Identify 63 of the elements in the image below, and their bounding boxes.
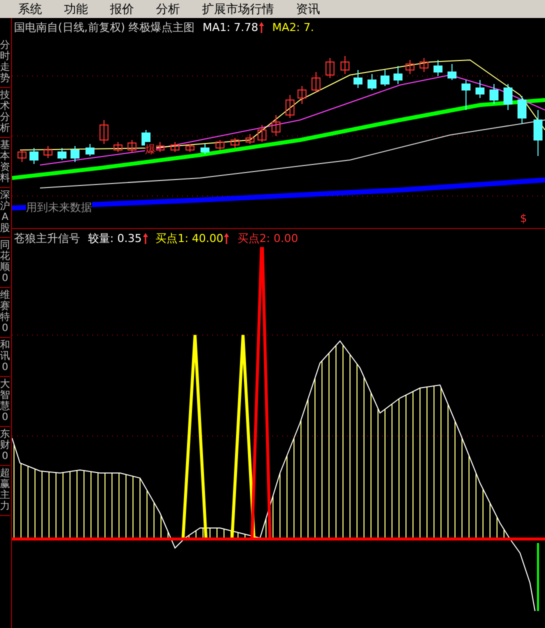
candlestick bbox=[58, 148, 66, 160]
menu-item[interactable]: 资讯 bbox=[296, 0, 320, 18]
candlestick bbox=[156, 142, 164, 152]
candlestick bbox=[380, 70, 390, 86]
candlestick bbox=[230, 138, 240, 148]
sidebar-tab[interactable]: 维赛特0 bbox=[0, 288, 10, 338]
candlestick bbox=[128, 140, 136, 152]
sidebar-tab[interactable]: 东财0 bbox=[0, 427, 10, 466]
candlestick bbox=[286, 94, 294, 118]
menu-item[interactable]: 报价 bbox=[110, 0, 134, 18]
candlestick bbox=[216, 140, 224, 150]
indicator-value: 较量: 0.35 bbox=[88, 230, 142, 246]
sidebar-tab[interactable]: 技术分析 bbox=[0, 88, 10, 138]
candlestick bbox=[420, 58, 428, 72]
candlestick bbox=[18, 150, 26, 162]
candlestick bbox=[504, 84, 512, 110]
candlestick bbox=[326, 58, 334, 78]
menu-item[interactable]: 功能 bbox=[64, 0, 88, 18]
candlestick bbox=[518, 96, 526, 124]
candlestick bbox=[100, 120, 108, 144]
menu-item[interactable]: 分析 bbox=[156, 0, 180, 18]
sidebar-tab[interactable]: 深沪A股 bbox=[0, 188, 10, 238]
sidebar-tab[interactable]: 分时走势 bbox=[0, 38, 10, 88]
candlestick bbox=[186, 144, 194, 152]
menu-item[interactable]: 扩展市场行情 bbox=[202, 0, 274, 18]
candlestick bbox=[246, 134, 254, 144]
candlestick bbox=[368, 74, 376, 90]
candlestick bbox=[476, 80, 484, 98]
candlestick bbox=[298, 86, 306, 104]
candlestick bbox=[434, 60, 442, 76]
chart-title: 国电南自(日线,前复权) 终极爆点主图 bbox=[14, 20, 195, 34]
candlestick bbox=[312, 72, 320, 92]
candlestick bbox=[114, 142, 122, 152]
candlestick bbox=[462, 80, 470, 110]
indicator-value: MA2: 7. bbox=[272, 20, 314, 34]
indicator-value: 买点1: 40.00 bbox=[156, 230, 224, 246]
indicator-value: 买点2: 0.00 bbox=[237, 230, 298, 246]
candlestick bbox=[340, 56, 350, 74]
candlestick bbox=[534, 110, 542, 156]
sidebar-tab[interactable]: 同花顺0 bbox=[0, 238, 10, 288]
candlestick bbox=[200, 144, 210, 154]
candlestick bbox=[490, 84, 498, 104]
candlestick bbox=[86, 144, 94, 156]
menu-item[interactable]: 系统 bbox=[18, 0, 42, 18]
indicator-title: 苍狼主升信号 bbox=[14, 230, 80, 246]
candlestick bbox=[170, 142, 180, 152]
sidebar-tab[interactable]: 和讯0 bbox=[0, 338, 10, 377]
sidebar-tab[interactable]: 超赢主力 bbox=[0, 466, 10, 516]
candlestick bbox=[394, 66, 402, 84]
candlestick bbox=[354, 70, 362, 88]
warning-text: 用到未来数据 bbox=[26, 200, 92, 215]
candlestick bbox=[30, 148, 38, 164]
sidebar-tab[interactable]: 大智慧0 bbox=[0, 377, 10, 427]
candlestick bbox=[272, 114, 280, 136]
candlestick bbox=[44, 146, 52, 158]
sidebar-tab[interactable]: 基本资料 bbox=[0, 138, 10, 188]
candlestick bbox=[70, 146, 80, 162]
candlestick bbox=[258, 124, 266, 142]
indicator-value: MA1: 7.78 bbox=[202, 20, 258, 34]
candlestick bbox=[448, 64, 456, 80]
signal-label: 爆 bbox=[145, 142, 156, 157]
signal-marker: $ bbox=[520, 212, 527, 225]
candlestick bbox=[406, 60, 414, 74]
